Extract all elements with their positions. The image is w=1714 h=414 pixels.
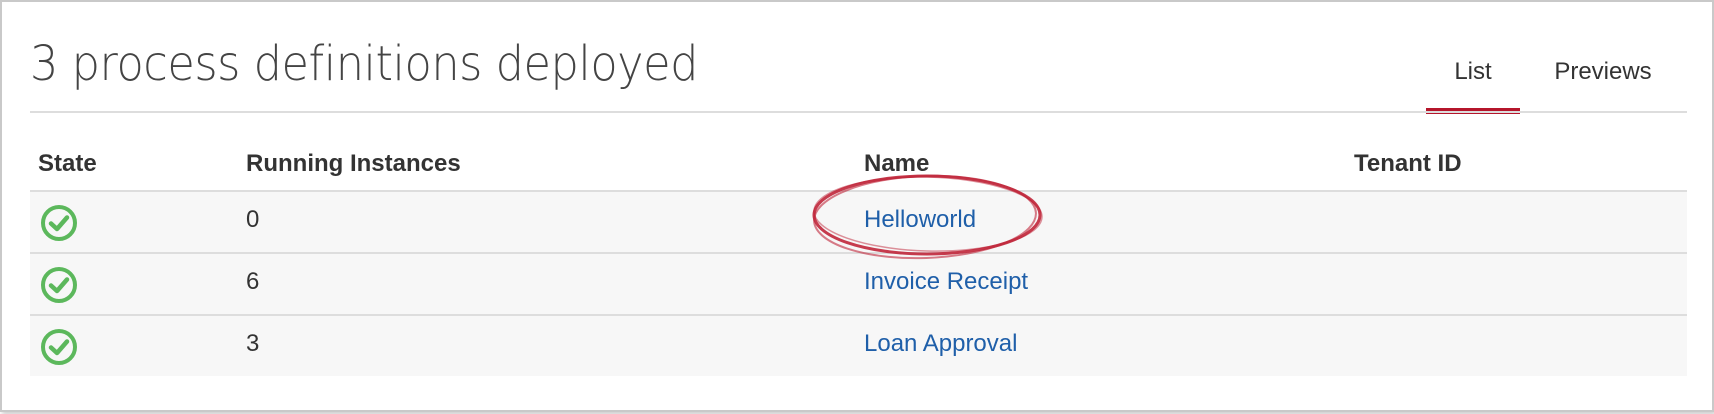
running-instances-count: 0 xyxy=(246,206,260,233)
tab-list[interactable]: List xyxy=(1426,52,1520,114)
process-name-link[interactable]: Loan Approval xyxy=(864,330,1017,357)
process-definitions-panel: 3 process definitions deployed List Prev… xyxy=(0,0,1714,412)
check-circle-icon xyxy=(41,267,77,303)
table-row: 6 Invoice Receipt xyxy=(30,254,1687,316)
process-name-link[interactable]: Helloworld xyxy=(864,206,976,233)
header-divider xyxy=(30,111,1687,113)
process-name-link[interactable]: Invoice Receipt xyxy=(864,268,1028,295)
column-header-running-instances[interactable]: Running Instances xyxy=(246,150,461,178)
check-circle-icon xyxy=(41,205,77,241)
column-header-state[interactable]: State xyxy=(38,150,97,178)
column-header-tenant-id[interactable]: Tenant ID xyxy=(1354,150,1462,178)
running-instances-count: 3 xyxy=(246,330,260,357)
column-header-name[interactable]: Name xyxy=(864,150,929,178)
page-title: 3 process definitions deployed xyxy=(30,36,699,92)
process-definitions-table: State Running Instances Name Tenant ID 0… xyxy=(30,142,1687,376)
table-row: 3 Loan Approval xyxy=(30,316,1687,376)
running-instances-count: 6 xyxy=(246,268,260,295)
table-header: State Running Instances Name Tenant ID xyxy=(30,142,1687,192)
check-circle-icon xyxy=(41,329,77,365)
tab-previews[interactable]: Previews xyxy=(1548,52,1658,108)
table-row: 0 Helloworld xyxy=(30,192,1687,254)
